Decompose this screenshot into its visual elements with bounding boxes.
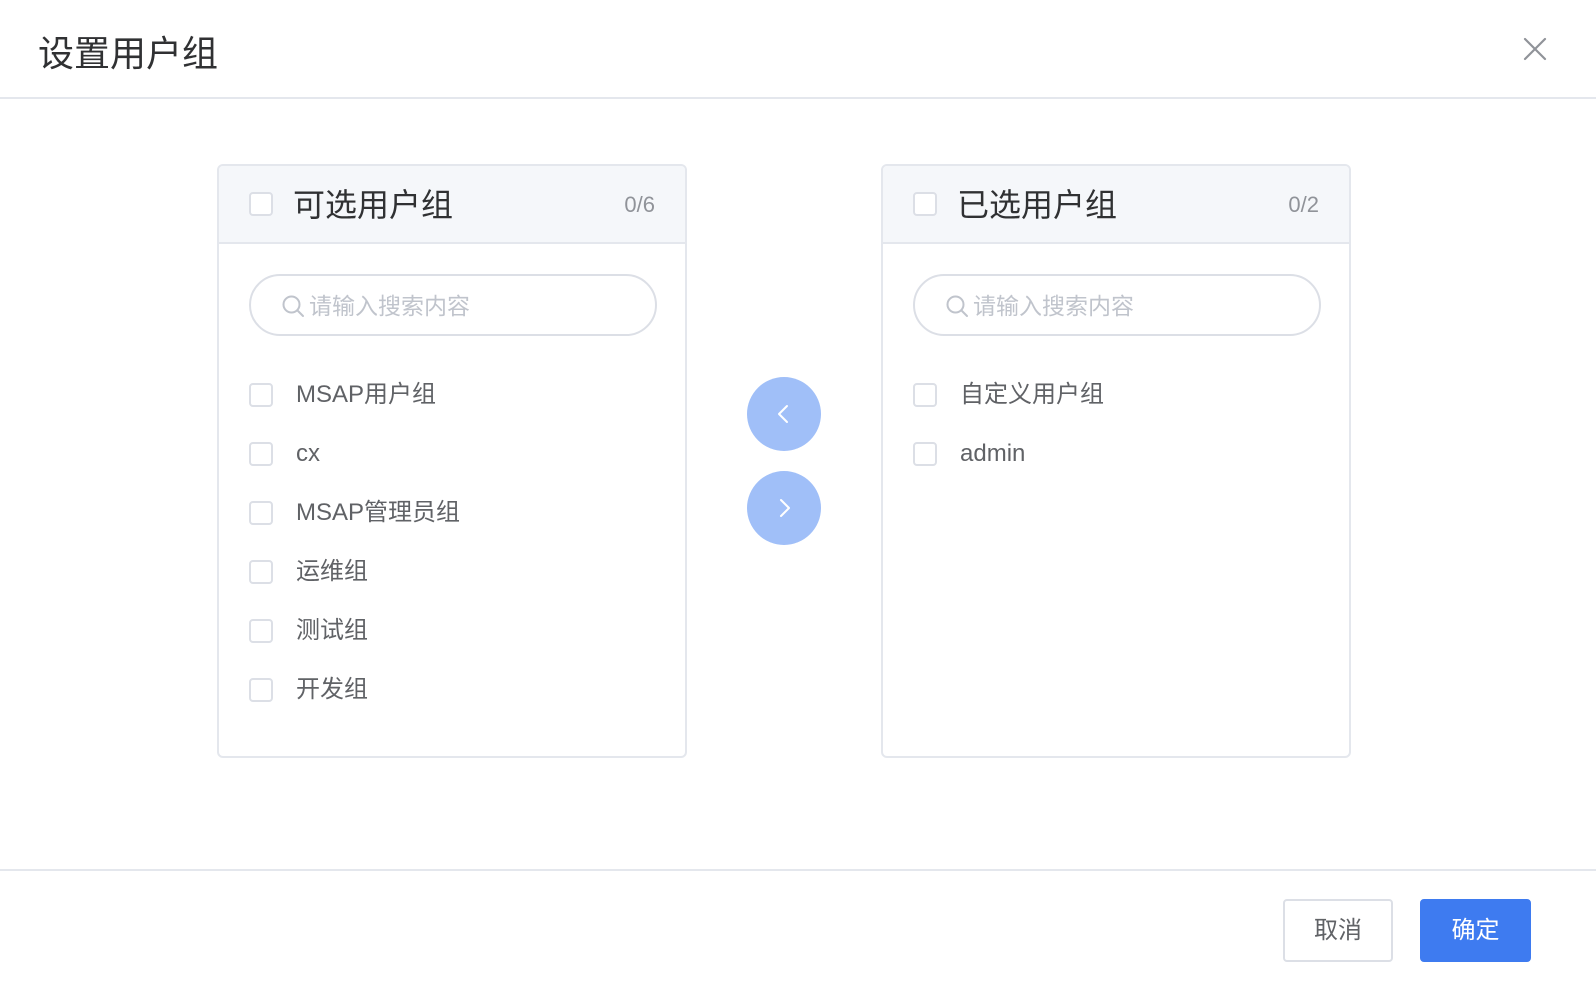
available-search-input[interactable]: [309, 288, 629, 324]
list-item[interactable]: admin: [883, 421, 1349, 480]
available-groups-panel: 可选用户组 0/6 MSAP用户组 cx MSAP管理员组 运维组 测试组: [217, 164, 687, 758]
list-item[interactable]: cx: [219, 421, 685, 480]
close-icon: [1523, 37, 1547, 61]
panel-header: 可选用户组 0/6: [219, 166, 685, 244]
chevron-right-icon: [780, 499, 790, 517]
item-checkbox[interactable]: [913, 383, 937, 407]
available-groups-list: MSAP用户组 cx MSAP管理员组 运维组 测试组 开发组: [219, 362, 685, 716]
list-item[interactable]: 测试组: [219, 598, 685, 657]
chevron-left-icon: [778, 405, 788, 423]
selected-search-box: [913, 274, 1321, 336]
search-icon: [946, 295, 968, 317]
confirm-button[interactable]: 确定: [1420, 899, 1531, 962]
item-checkbox[interactable]: [913, 442, 937, 466]
list-item[interactable]: MSAP用户组: [219, 362, 685, 421]
close-button[interactable]: [1522, 36, 1548, 62]
item-label: admin: [960, 440, 1026, 467]
item-label: 测试组: [296, 617, 368, 644]
panel-title: 已选用户组: [957, 187, 1118, 223]
available-search-box: [249, 274, 657, 336]
list-item[interactable]: 开发组: [219, 657, 685, 716]
item-label: 自定义用户组: [960, 381, 1104, 408]
item-checkbox[interactable]: [249, 383, 273, 407]
selected-groups-list: 自定义用户组 admin: [883, 362, 1349, 480]
item-checkbox[interactable]: [249, 560, 273, 584]
search-icon: [282, 295, 304, 317]
item-label: MSAP用户组: [296, 381, 437, 408]
footer-divider: [0, 869, 1596, 871]
select-all-available-checkbox[interactable]: [249, 192, 273, 216]
cancel-button[interactable]: 取消: [1283, 899, 1393, 962]
panel-header: 已选用户组 0/2: [883, 166, 1349, 244]
item-checkbox[interactable]: [249, 501, 273, 525]
move-to-right-button[interactable]: [747, 471, 821, 545]
selected-groups-panel: 已选用户组 0/2 自定义用户组 admin: [881, 164, 1351, 758]
list-item[interactable]: 自定义用户组: [883, 362, 1349, 421]
item-label: 运维组: [296, 558, 368, 585]
item-checkbox[interactable]: [249, 619, 273, 643]
selection-count: 0/6: [624, 192, 655, 217]
item-label: 开发组: [296, 676, 368, 703]
select-all-selected-checkbox[interactable]: [913, 192, 937, 216]
list-item[interactable]: MSAP管理员组: [219, 480, 685, 539]
dialog-title: 设置用户组: [38, 33, 219, 74]
move-to-left-button[interactable]: [747, 377, 821, 451]
selected-search-input[interactable]: [973, 288, 1293, 324]
item-label: MSAP管理员组: [296, 499, 461, 526]
dialog-header: 设置用户组: [0, 0, 1596, 99]
item-label: cx: [296, 440, 320, 467]
item-checkbox[interactable]: [249, 678, 273, 702]
list-item[interactable]: 运维组: [219, 539, 685, 598]
selection-count: 0/2: [1288, 192, 1319, 217]
item-checkbox[interactable]: [249, 442, 273, 466]
panel-title: 可选用户组: [293, 187, 454, 223]
